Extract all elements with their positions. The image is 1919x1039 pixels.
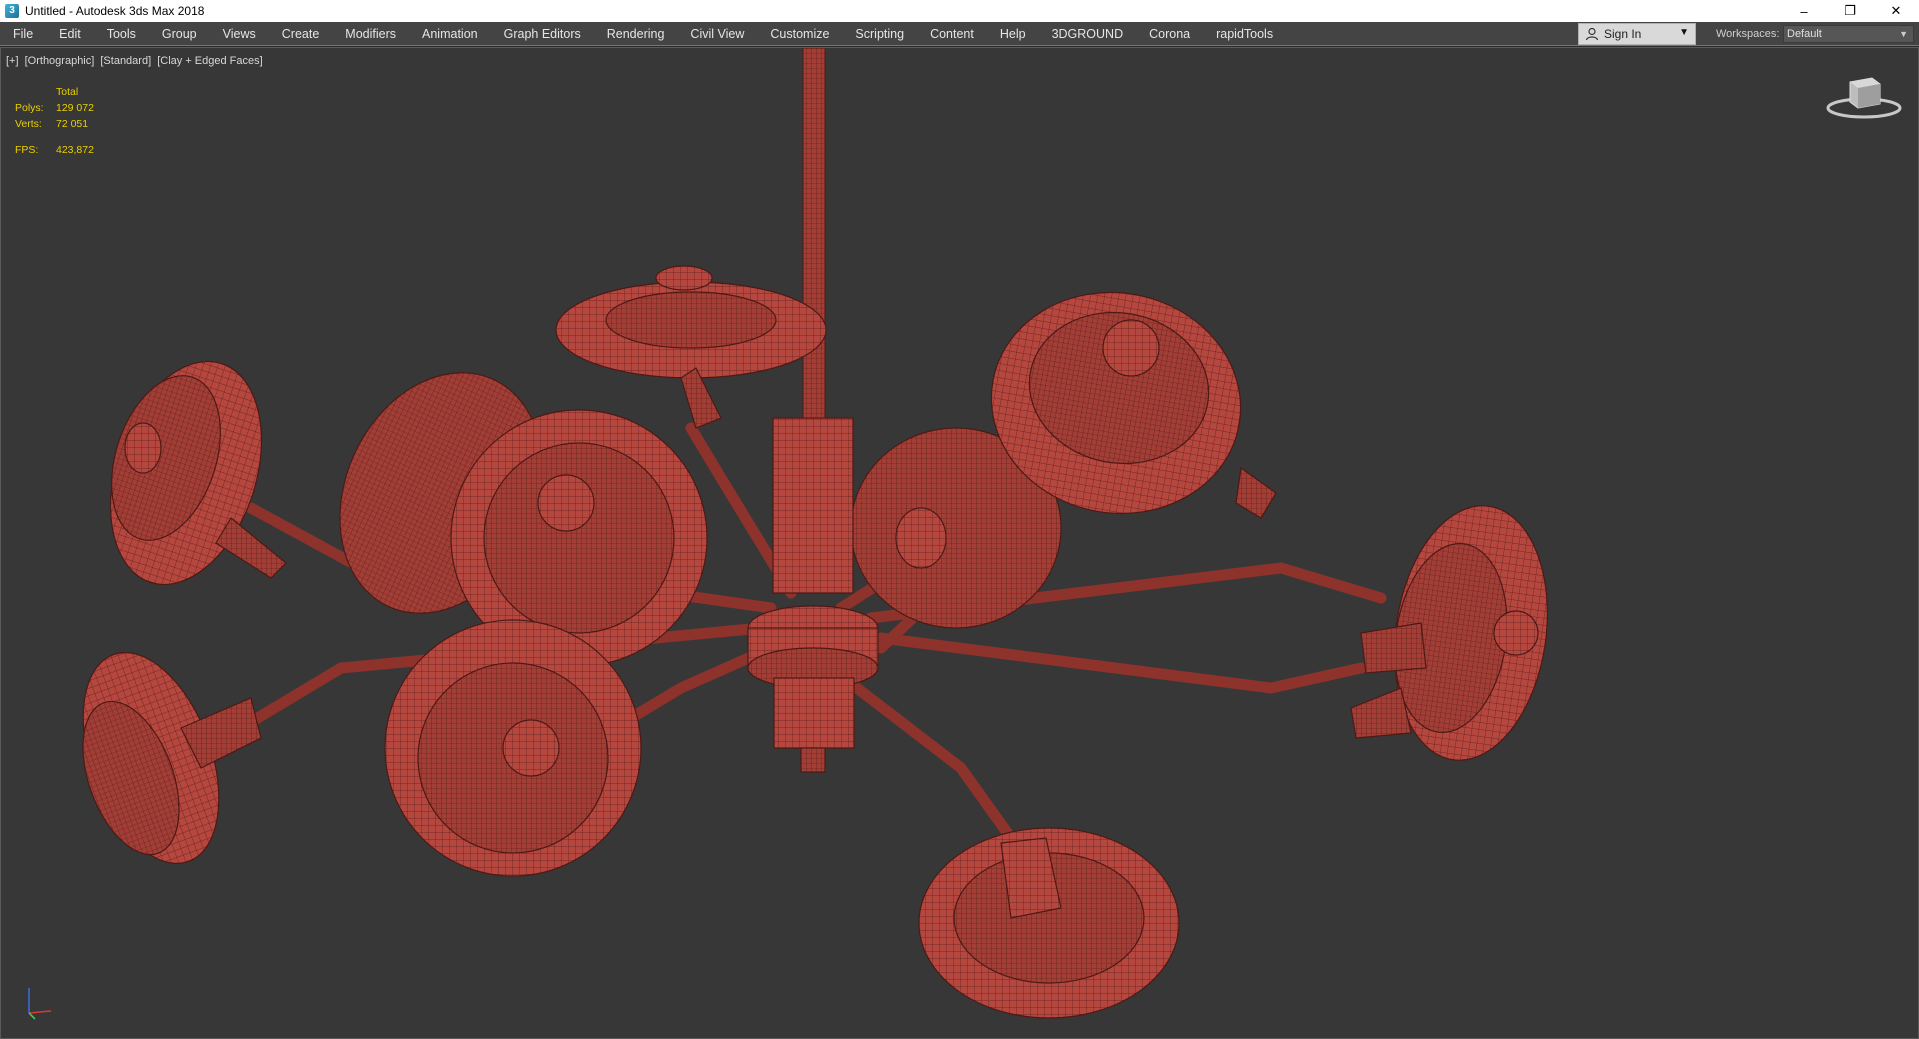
menu-rendering[interactable]: Rendering xyxy=(594,22,678,46)
viewport-point-of-view[interactable]: [Orthographic] xyxy=(25,55,95,67)
menu-file[interactable]: File xyxy=(0,22,46,46)
close-button[interactable]: ✕ xyxy=(1873,0,1919,22)
chandelier-wireframe-model[interactable] xyxy=(1,48,1919,1039)
polys-label: Polys: xyxy=(15,102,44,114)
menu-graph-editors[interactable]: Graph Editors xyxy=(491,22,594,46)
workspaces-label: Workspaces: xyxy=(1716,28,1780,40)
user-icon xyxy=(1585,27,1599,41)
menu-rapidtools[interactable]: rapidTools xyxy=(1203,22,1286,46)
menu-animation[interactable]: Animation xyxy=(409,22,491,46)
sign-in-button[interactable]: Sign In ▼ xyxy=(1578,23,1696,45)
restore-button[interactable]: ❐ xyxy=(1827,0,1873,22)
menu-group[interactable]: Group xyxy=(149,22,210,46)
menu-customize[interactable]: Customize xyxy=(757,22,842,46)
3ds-max-app-icon[interactable]: 3 xyxy=(5,4,19,18)
polys-value: 129 072 xyxy=(56,102,94,114)
window-controls: – ❐ ✕ xyxy=(1781,0,1919,22)
menu-help[interactable]: Help xyxy=(987,22,1039,46)
menu-views[interactable]: Views xyxy=(210,22,269,46)
viewcube-icon[interactable] xyxy=(1824,68,1904,122)
workspaces-dropdown[interactable]: Default ▼ xyxy=(1783,25,1914,43)
viewport-menu-plus[interactable]: [+] xyxy=(6,55,19,67)
menu-corona[interactable]: Corona xyxy=(1136,22,1203,46)
menu-civil-view[interactable]: Civil View xyxy=(677,22,757,46)
chevron-down-icon: ▼ xyxy=(1899,29,1908,39)
menu-create[interactable]: Create xyxy=(269,22,333,46)
menu-content[interactable]: Content xyxy=(917,22,987,46)
window-title: Untitled - Autodesk 3ds Max 2018 xyxy=(25,4,205,18)
verts-label: Verts: xyxy=(15,118,42,130)
chevron-down-icon[interactable]: ▼ xyxy=(1679,27,1689,38)
fps-value: 423,872 xyxy=(56,144,94,156)
fps-label: FPS: xyxy=(15,144,39,156)
viewport-shading-standard[interactable]: [Standard] xyxy=(100,55,151,67)
viewport-statistics: Total Polys: 129 072 Verts: 72 051 FPS: 423… xyxy=(15,84,94,158)
viewport-display-mode[interactable]: [Clay + Edged Faces] xyxy=(157,55,262,67)
menu-edit[interactable]: Edit xyxy=(46,22,94,46)
menu-tools[interactable]: Tools xyxy=(94,22,149,46)
verts-value: 72 051 xyxy=(56,118,89,130)
menu-modifiers[interactable]: Modifiers xyxy=(332,22,409,46)
workspaces-value: Default xyxy=(1787,28,1822,40)
menu-3dground[interactable]: 3DGROUND xyxy=(1039,22,1137,46)
minimize-button[interactable]: – xyxy=(1781,0,1827,22)
viewport-orthographic[interactable]: [+] [Orthographic] [Standard] [Clay + Ed… xyxy=(0,47,1919,1039)
stats-header: Total xyxy=(56,86,79,98)
menu-scripting[interactable]: Scripting xyxy=(842,22,917,46)
title-bar: 3 Untitled - Autodesk 3ds Max 2018 – ❐ ✕ xyxy=(0,0,1919,22)
axis-tripod-icon xyxy=(28,988,52,1020)
sign-in-label: Sign In xyxy=(1604,27,1642,41)
viewport-label-bar[interactable]: [+] [Orthographic] [Standard] [Clay + Ed… xyxy=(6,55,266,67)
